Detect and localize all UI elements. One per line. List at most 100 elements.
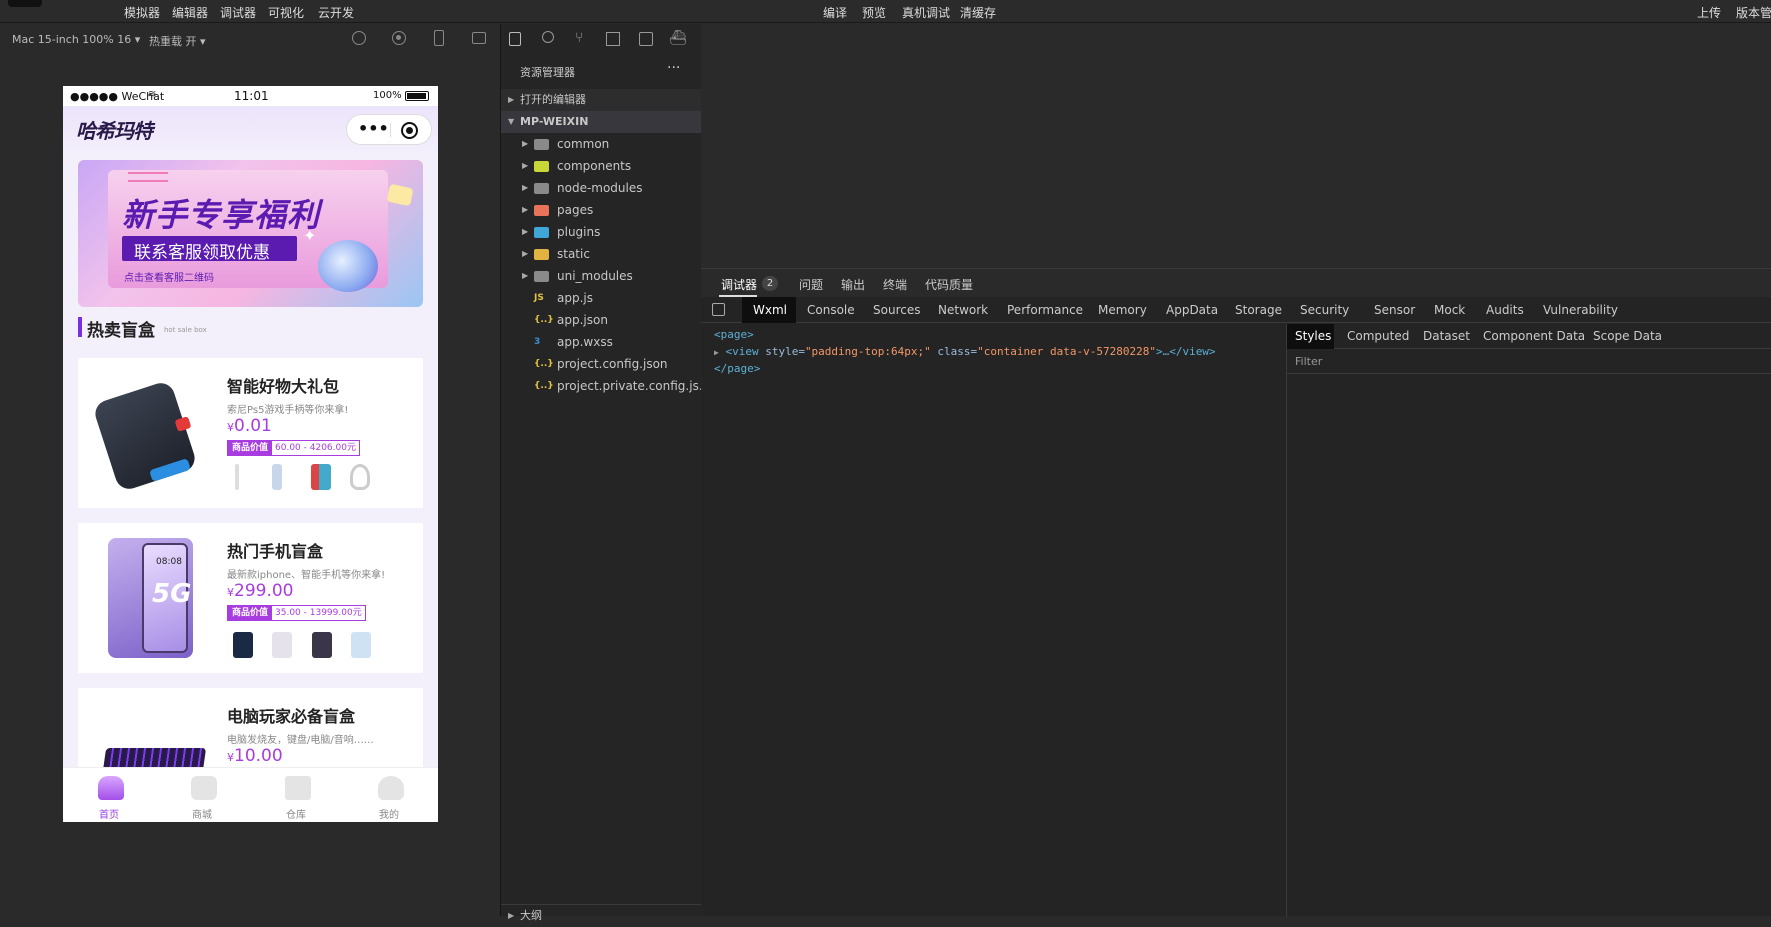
tab-debugger[interactable]: 调试器 [721, 276, 757, 293]
menu-visual[interactable]: 可视化 [268, 4, 304, 21]
chevron-right-icon: ▶ [522, 161, 529, 170]
tree-item-label: app.wxss [557, 335, 613, 349]
version-button[interactable]: 版本管 [1736, 4, 1771, 21]
folder-item[interactable]: ▶ plugins [501, 221, 701, 243]
outline-section[interactable]: ▶ 大纲 [501, 904, 701, 926]
source-control-icon[interactable]: ⑂ [575, 30, 583, 46]
megaphone-icon [318, 240, 378, 292]
app-header: 哈希玛特 ••• [63, 106, 438, 152]
tab-appdata[interactable]: AppData [1166, 303, 1218, 317]
tab-security[interactable]: Security [1300, 303, 1349, 317]
folder-item[interactable]: ▶ node-modules [501, 177, 701, 199]
menu-editor[interactable]: 编辑器 [172, 4, 208, 21]
more-icon[interactable]: ••• [358, 119, 389, 138]
tab-home[interactable]: 首页 [78, 768, 143, 822]
tab-mall[interactable]: 商城 [171, 768, 236, 822]
detach-icon[interactable] [472, 32, 486, 44]
tab-audits[interactable]: Audits [1486, 303, 1524, 317]
tab-sensor[interactable]: Sensor [1374, 303, 1415, 317]
wxml-node-view[interactable]: ▶ <view style="padding-top:64px;" class=… [714, 345, 1216, 358]
file-item[interactable]: {..} project.config.json [501, 353, 701, 375]
files-icon[interactable] [509, 32, 521, 46]
product-desc: 索尼Ps5游戏手柄等你来拿! [227, 405, 349, 416]
tab-computed[interactable]: Computed [1347, 329, 1409, 343]
storage-icon[interactable] [639, 32, 653, 46]
inspect-element-icon[interactable] [712, 303, 725, 316]
menu-debugger[interactable]: 调试器 [220, 4, 256, 21]
folder-item[interactable]: ▶ uni_modules [501, 265, 701, 287]
tab-styles[interactable]: Styles [1287, 324, 1334, 349]
clear-cache-button[interactable]: 清缓存 [960, 4, 996, 21]
upload-button[interactable]: 上传 [1697, 4, 1721, 21]
device-select[interactable]: Mac 15-inch 100% 16 ▾ [12, 33, 140, 46]
tab-output[interactable]: 输出 [841, 276, 865, 293]
capsule-menu[interactable]: ••• [346, 114, 432, 145]
tab-warehouse[interactable]: 仓库 [265, 768, 330, 822]
chevron-right-icon: ▶ [508, 911, 515, 920]
tab-memory[interactable]: Memory [1098, 303, 1147, 317]
docker-icon[interactable]: ⛴ [669, 30, 687, 46]
explorer-more-button[interactable]: ··· [667, 60, 680, 76]
promo-banner[interactable]: 新手专享福利 联系客服领取优惠 点击查看客服二维码 ✦ [78, 160, 423, 307]
menu-simulator[interactable]: 模拟器 [124, 4, 160, 21]
filter-input[interactable]: Filter [1287, 350, 1771, 374]
chevron-right-icon: ▶ [508, 95, 515, 104]
remote-debug-button[interactable]: 真机调试 [902, 4, 950, 21]
explorer-header: 资源管理器 ··· [501, 54, 701, 88]
tab-vulnerability[interactable]: Vulnerability [1543, 303, 1618, 317]
product-card[interactable]: 08:08 5G 热门手机盲盒 最新款iphone、智能手机等你来拿! ¥299… [78, 523, 423, 673]
tab-storage[interactable]: Storage [1235, 303, 1282, 317]
product-card[interactable]: 智能好物大礼包 索尼Ps5游戏手柄等你来拿! ¥0.01 商品价值 60.00 -… [78, 358, 423, 508]
rotate-icon[interactable] [352, 31, 366, 45]
tab-sources[interactable]: Sources [873, 303, 920, 317]
folder-icon [534, 139, 549, 150]
styles-pane: Styles Computed Dataset Component Data S… [1286, 324, 1771, 917]
file-item[interactable]: 3 app.wxss [501, 331, 701, 353]
compile-button[interactable]: 编译 [823, 4, 847, 21]
file-item[interactable]: {..} project.private.config.js... [501, 375, 710, 397]
expand-triangle-icon[interactable]: ▶ [714, 348, 719, 357]
extensions-icon[interactable] [606, 32, 620, 46]
wxml-node-page[interactable]: <page> [714, 328, 754, 341]
folder-item[interactable]: ▶ components [501, 155, 701, 177]
tab-problems[interactable]: 问题 [799, 276, 823, 293]
explorer-title: 资源管理器 [520, 66, 575, 79]
menu-cloud[interactable]: 云开发 [318, 4, 354, 21]
thumb-item [272, 632, 292, 658]
tab-scope-data[interactable]: Scope Data [1593, 329, 1662, 343]
close-miniprogram-icon[interactable] [401, 122, 418, 139]
tab-terminal[interactable]: 终端 [883, 276, 907, 293]
phone-icon[interactable] [434, 30, 444, 46]
product-value-range: 商品价值 35.00 - 13999.00元 [227, 605, 366, 621]
folder-item[interactable]: ▶ common [501, 133, 701, 155]
app-logo [8, 0, 42, 7]
folder-item[interactable]: ▶ static [501, 243, 701, 265]
preview-button[interactable]: 预览 [862, 4, 886, 21]
file-item[interactable]: JS app.js [501, 287, 701, 309]
tree-item-label: static [557, 247, 590, 261]
tab-console[interactable]: Console [807, 303, 855, 317]
tab-dataset[interactable]: Dataset [1423, 329, 1470, 343]
tab-code-quality[interactable]: 代码质量 [925, 276, 973, 293]
devtools-top-tabs: 调试器 2 问题 输出 终端 代码质量 [701, 269, 1771, 297]
product-title: 热门手机盲盒 [227, 542, 324, 561]
speech-bubble-icon [386, 183, 414, 207]
file-item[interactable]: {..} app.json [501, 309, 701, 331]
project-root[interactable]: ▼ MP-WEIXIN [501, 111, 701, 133]
tab-profile[interactable]: 我的 [358, 768, 423, 822]
tab-performance[interactable]: Performance [1007, 303, 1083, 317]
tab-mock[interactable]: Mock [1434, 303, 1465, 317]
record-icon[interactable] [392, 31, 406, 45]
tree-item-label: pages [557, 203, 594, 217]
open-editors-section[interactable]: ▶ 打开的编辑器 [501, 89, 701, 111]
banner-subtext: 点击查看客服二维码 [124, 273, 214, 284]
file-type-icon: {..} [534, 315, 554, 325]
tab-wxml[interactable]: Wxml [742, 297, 796, 323]
chevron-right-icon: ▶ [522, 249, 529, 258]
search-icon[interactable] [542, 31, 554, 43]
chevron-right-icon: ▶ [522, 271, 529, 280]
tab-network[interactable]: Network [938, 303, 988, 317]
hotreload-toggle[interactable]: 热重载 开 ▾ [149, 33, 206, 49]
folder-item[interactable]: ▶ pages [501, 199, 701, 221]
tab-component-data[interactable]: Component Data [1483, 329, 1585, 343]
